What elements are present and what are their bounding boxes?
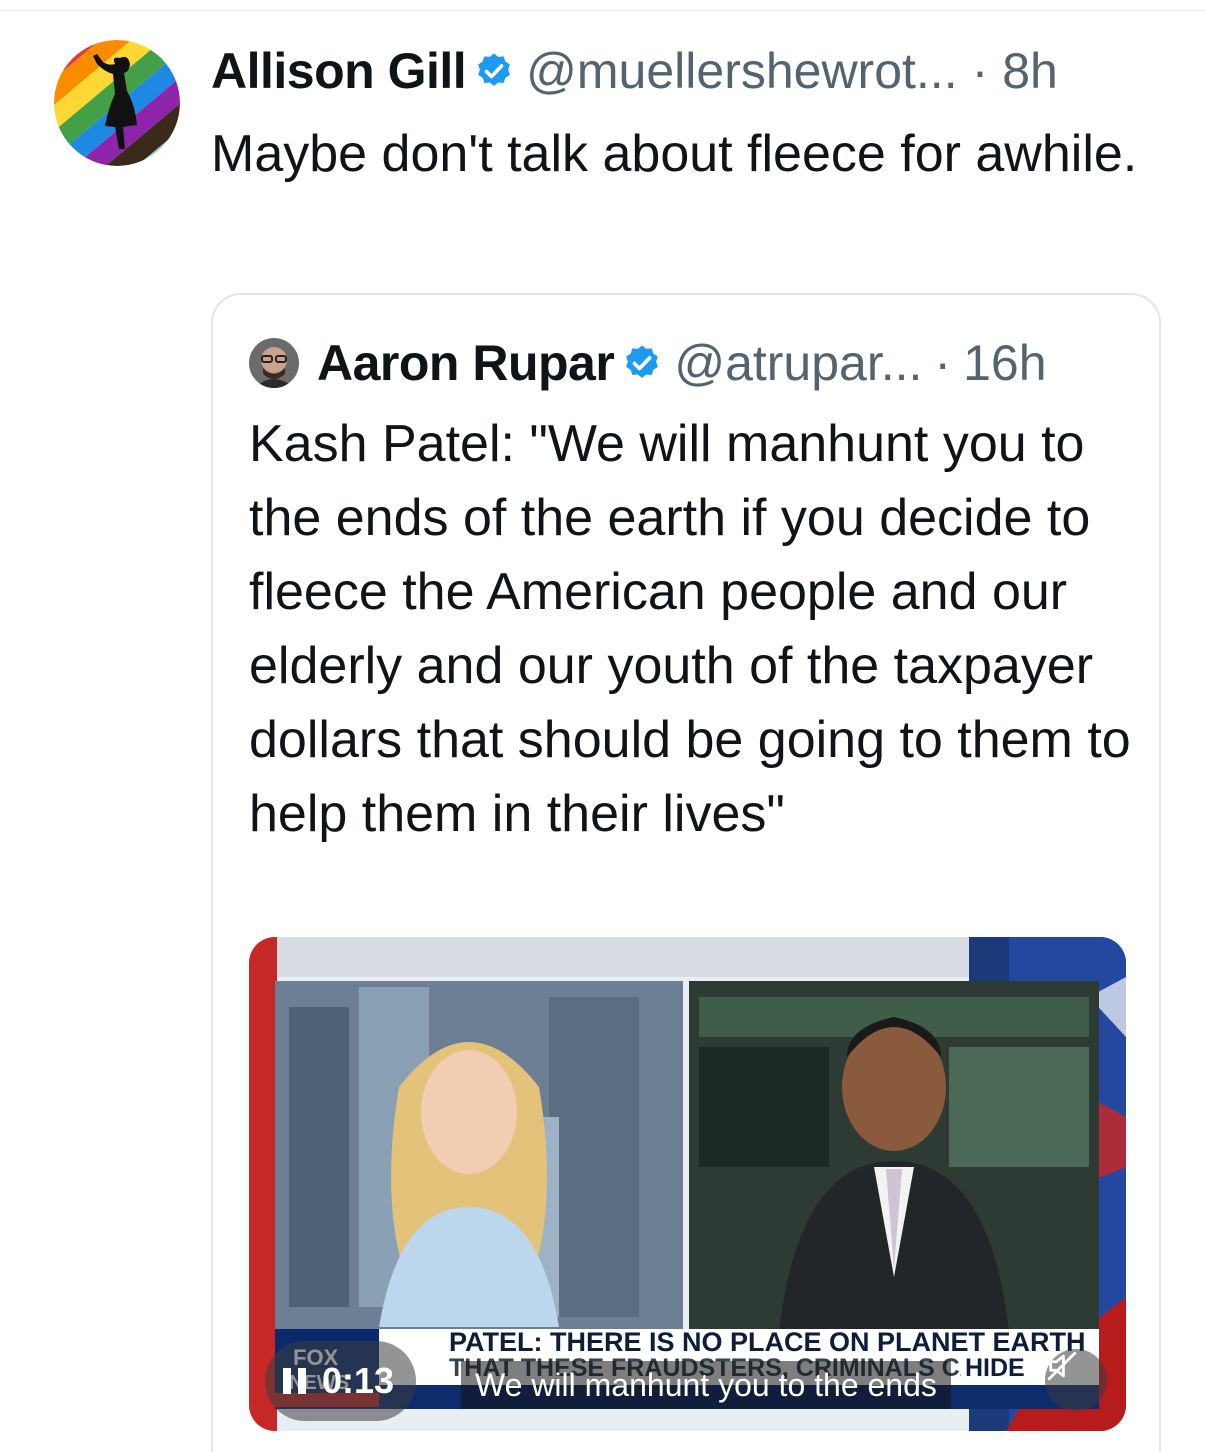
quoted-avatar <box>249 338 299 388</box>
lower-third-hide: HIDE <box>961 1355 1029 1381</box>
author-handle[interactable]: @muellershewrot... <box>526 42 957 100</box>
avatar-image <box>54 40 180 166</box>
quoted-post-time[interactable]: 16h <box>963 334 1046 392</box>
verified-badge-icon <box>478 53 510 86</box>
verified-badge-icon <box>626 345 659 378</box>
quoted-post-text: Kash Patel: "We will manhunt you to the … <box>249 415 1131 843</box>
avatar[interactable] <box>54 40 180 166</box>
muted-speaker-icon <box>1047 1351 1077 1381</box>
quoted-avatar-image <box>249 338 299 388</box>
top-divider <box>0 10 1206 11</box>
quoted-post-header: Aaron Rupar @atrupar... · 16h <box>249 333 1047 393</box>
author-name[interactable]: Allison Gill <box>211 42 467 100</box>
video-player[interactable]: FOX NEWS PATEL: THERE IS NO PLACE ON PLA… <box>249 937 1126 1431</box>
separator-dot: · <box>971 43 989 99</box>
separator-dot: · <box>934 335 952 391</box>
mute-button[interactable] <box>1045 1349 1107 1411</box>
post-time[interactable]: 8h <box>1002 42 1058 100</box>
post-text: Maybe don't talk about fleece for awhile… <box>211 125 1138 183</box>
elapsed-time: 0:13 <box>322 1360 395 1401</box>
pause-icon[interactable] <box>283 1368 306 1394</box>
playback-controls[interactable]: 0:13 <box>265 1341 417 1421</box>
quoted-author-handle[interactable]: @atrupar... <box>674 334 922 392</box>
lower-third-line1: PATEL: THERE IS NO PLACE ON PLANET EARTH <box>449 1327 1086 1357</box>
quoted-post-card[interactable]: Aaron Rupar @atrupar... · 16h Kash Patel… <box>211 293 1161 1452</box>
video-caption: We will manhunt you to the ends <box>461 1361 951 1409</box>
quoted-author-name[interactable]: Aaron Rupar <box>317 334 615 392</box>
post-header: Allison Gill @muellershewrot... · 8h <box>211 40 1058 102</box>
